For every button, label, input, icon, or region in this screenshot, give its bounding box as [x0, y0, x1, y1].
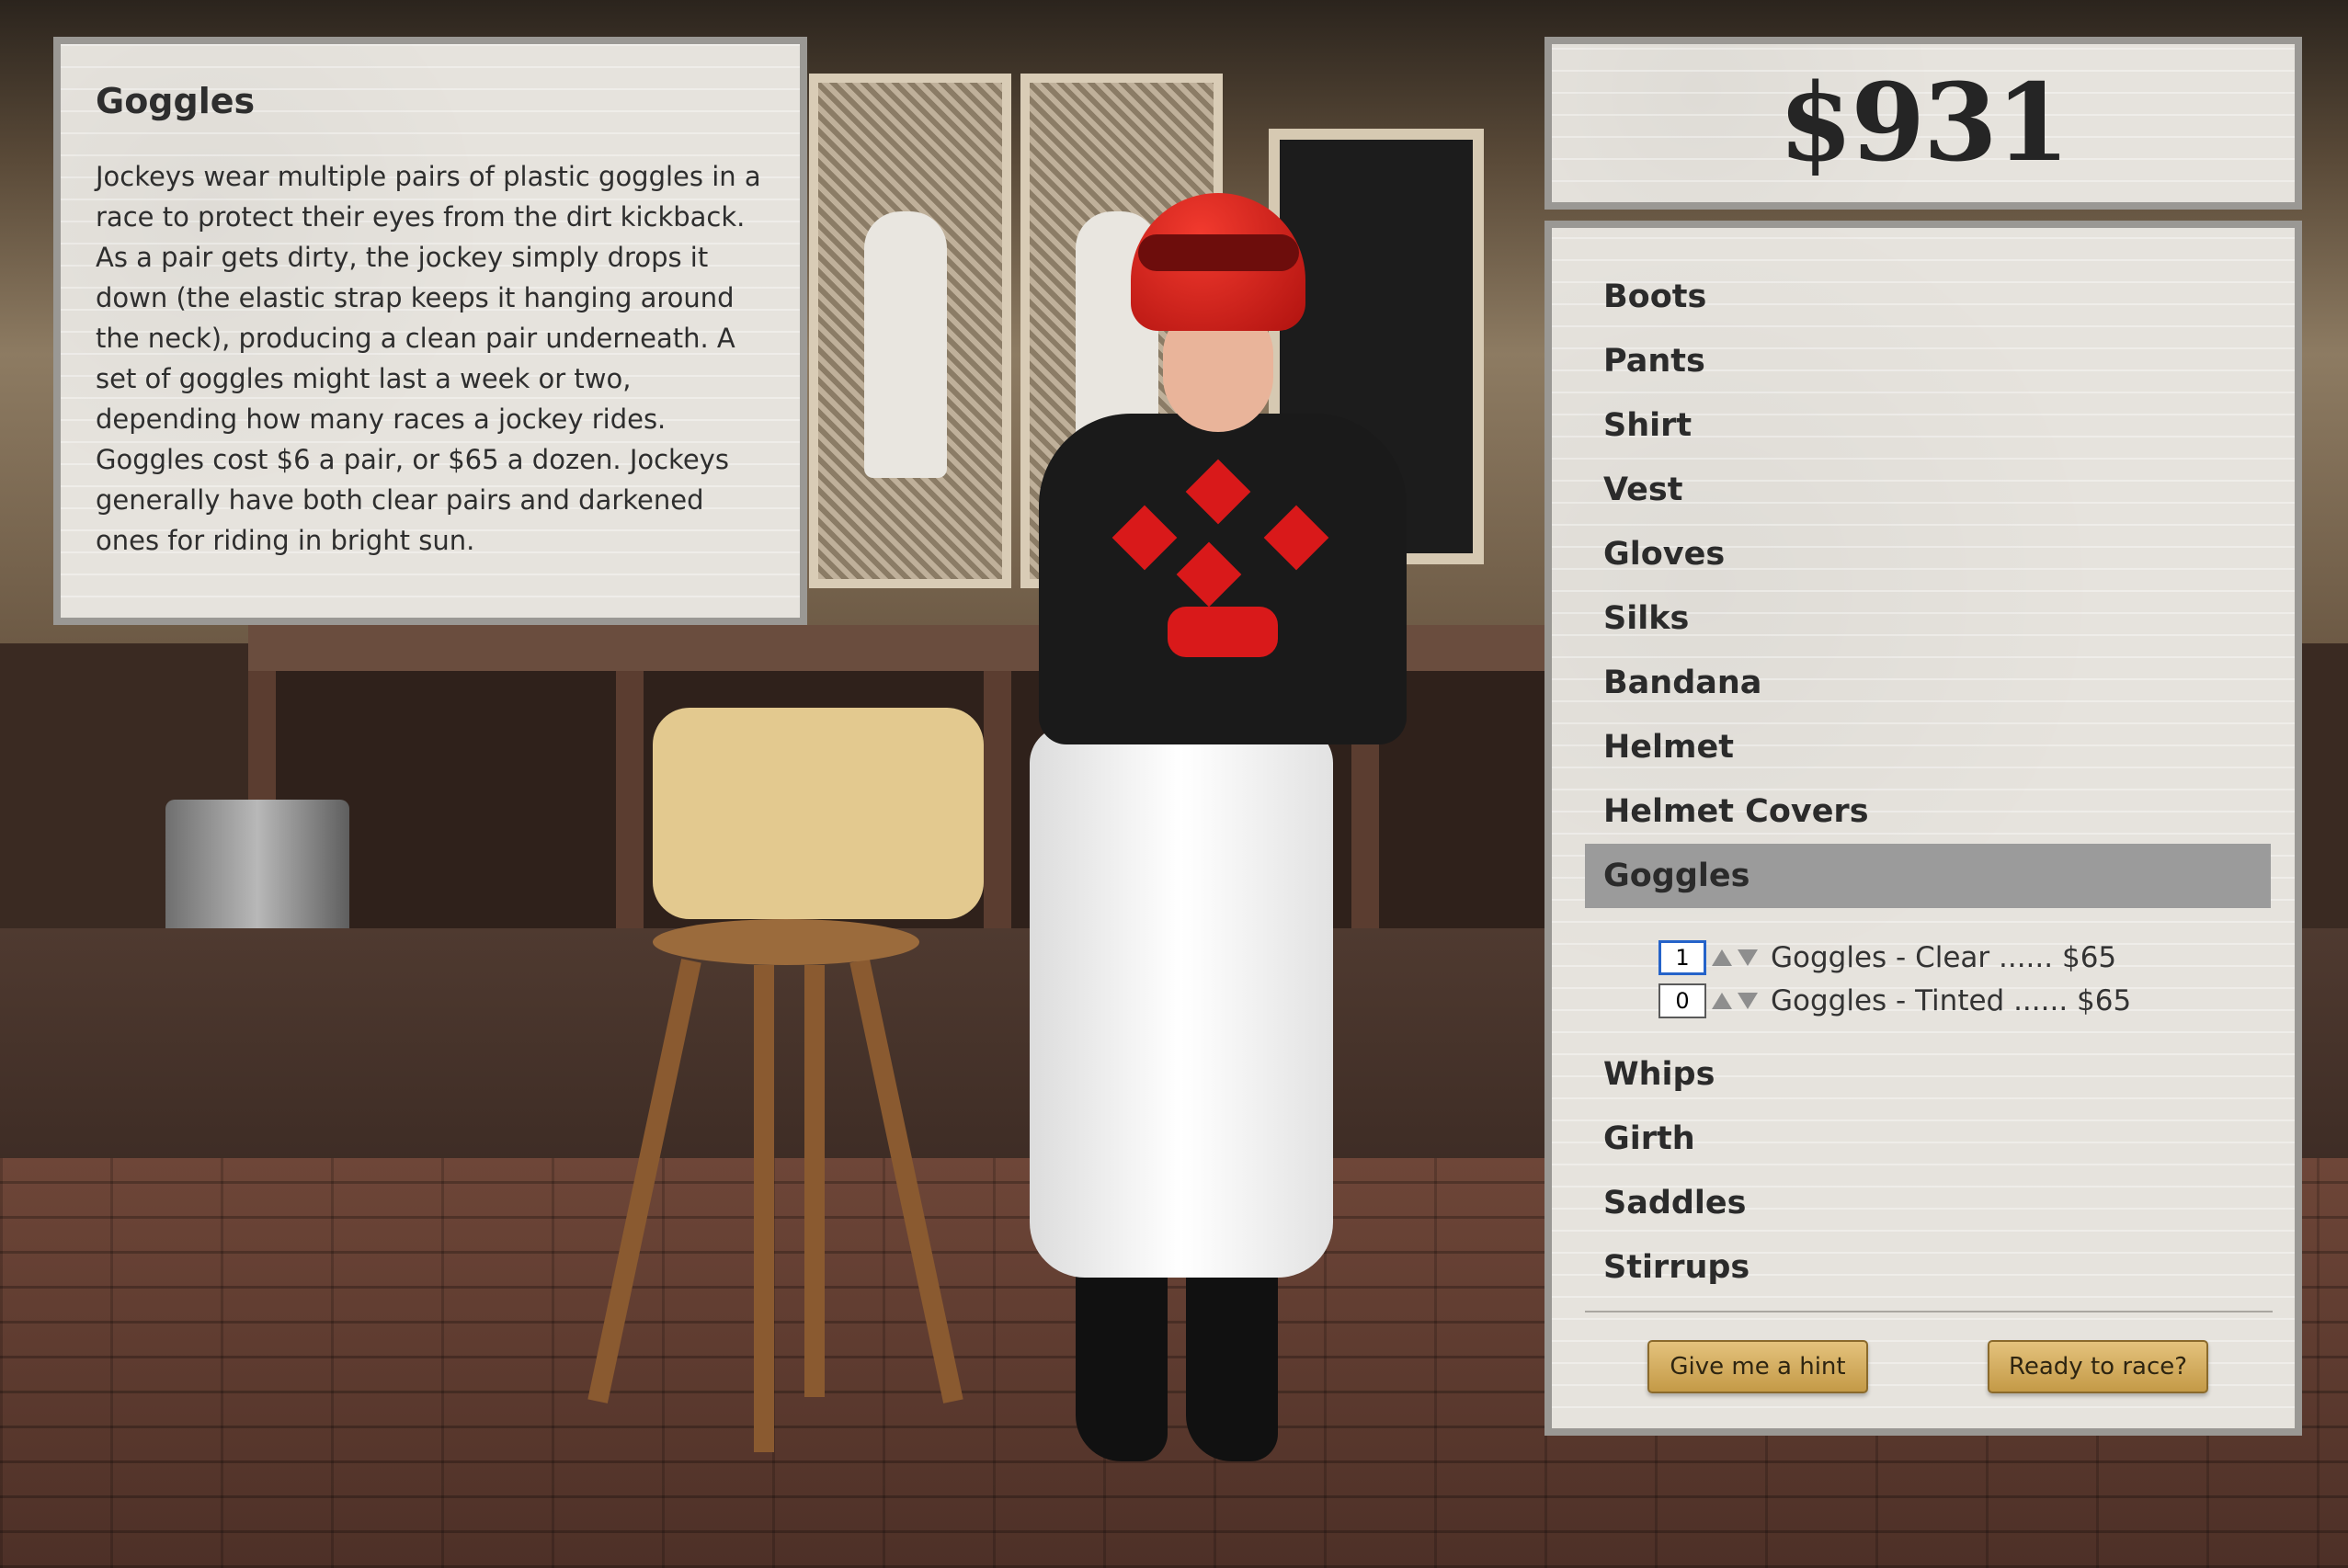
- hint-button[interactable]: Give me a hint: [1647, 1340, 1868, 1393]
- glove-cuff: [1168, 607, 1278, 657]
- goggles-options: Goggles - Clear ...... $65 Goggles - Tin…: [1585, 908, 2267, 1042]
- menu-item-stirrups[interactable]: Stirrups: [1585, 1235, 2267, 1300]
- triangle-down-icon[interactable]: [1738, 949, 1758, 966]
- jockey-figure: [1002, 193, 1434, 1471]
- menu-item-gloves[interactable]: Gloves: [1585, 522, 2267, 586]
- quantity-input-clear[interactable]: [1658, 939, 1706, 975]
- menu-item-pants[interactable]: Pants: [1585, 329, 2267, 393]
- option-label: Goggles - Clear ...... $65: [1771, 940, 2117, 974]
- info-description: Jockeys wear multiple pairs of plastic g…: [96, 161, 761, 556]
- budget-panel: $931: [1544, 37, 2302, 210]
- saddle-pads: [653, 708, 984, 919]
- hanging-robe: [864, 211, 947, 478]
- menu-item-vest[interactable]: Vest: [1585, 458, 2267, 522]
- stool-leg: [754, 965, 774, 1452]
- option-row: Goggles - Tinted ...... $65: [1658, 979, 2267, 1022]
- menu-item-bandana[interactable]: Bandana: [1585, 651, 2267, 715]
- menu-item-goggles[interactable]: Goggles: [1585, 844, 2271, 908]
- option-label: Goggles - Tinted ...... $65: [1771, 983, 2132, 1017]
- goggles: [1138, 234, 1299, 271]
- menu-item-silks[interactable]: Silks: [1585, 586, 2267, 651]
- info-title: Goggles: [96, 81, 256, 121]
- equipment-menu: Boots Pants Shirt Vest Gloves Silks Band…: [1544, 221, 2302, 1436]
- menu-item-girth[interactable]: Girth: [1585, 1107, 2267, 1171]
- stool-seat: [653, 919, 919, 965]
- info-panel: Goggles Jockeys wear multiple pairs of p…: [53, 37, 807, 625]
- menu-item-boots[interactable]: Boots: [1585, 265, 2267, 329]
- menu-item-whips[interactable]: Whips: [1585, 1042, 2267, 1107]
- ready-to-race-button[interactable]: Ready to race?: [1988, 1340, 2208, 1393]
- triangle-up-icon[interactable]: [1712, 992, 1732, 1009]
- stool-leg: [804, 965, 825, 1397]
- menu-item-shirt[interactable]: Shirt: [1585, 393, 2267, 458]
- pants: [1030, 726, 1333, 1278]
- quantity-input-tinted[interactable]: [1658, 983, 1706, 1018]
- triangle-up-icon[interactable]: [1712, 949, 1732, 966]
- budget-amount: $931: [1778, 61, 2070, 186]
- menu-item-helmet[interactable]: Helmet: [1585, 715, 2267, 779]
- triangle-down-icon[interactable]: [1738, 992, 1758, 1009]
- action-buttons: Give me a hint Ready to race?: [1585, 1312, 2267, 1423]
- menu-item-saddles[interactable]: Saddles: [1585, 1171, 2267, 1235]
- option-row: Goggles - Clear ...... $65: [1658, 936, 2267, 979]
- menu-item-helmet-covers[interactable]: Helmet Covers: [1585, 779, 2267, 844]
